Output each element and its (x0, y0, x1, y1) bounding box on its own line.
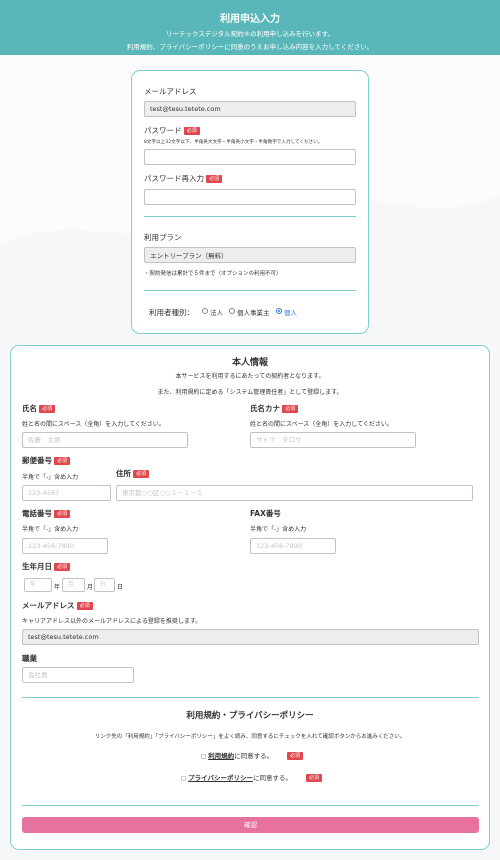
account-card: メールアドレス パスワード 必須 8文字以上32文字以下、半角英大文字・半角英小… (131, 70, 369, 334)
postal-label: 郵便番号 (22, 456, 52, 465)
password-field[interactable] (144, 149, 356, 165)
job-field[interactable] (22, 667, 134, 683)
required-badge: 必須 (54, 510, 71, 518)
required-badge: 必須 (133, 470, 150, 478)
divider (22, 697, 479, 698)
privacy-agree-checkbox[interactable] (181, 775, 186, 781)
address-label-row: 住所 必須 (116, 468, 150, 479)
password-confirm-label-row: パスワード再入力 必須 (144, 173, 223, 184)
account-email-label: メールアドレス (144, 87, 197, 96)
header-subtitle-2: 利用規約、プライバシーポリシーに同意のうえお申し込み内容を入力してください。 (126, 43, 374, 51)
phone-label-row: 電話番号 必須 (22, 508, 71, 519)
required-badge: 必須 (183, 127, 200, 135)
plan-field (144, 247, 356, 263)
user-type-radio-individual[interactable] (276, 308, 282, 314)
postal-field[interactable] (22, 485, 111, 501)
required-badge: 必須 (206, 175, 223, 183)
postal-label-row: 郵便番号 必須 (22, 455, 71, 466)
birth-day-field[interactable] (94, 578, 115, 592)
account-email-field[interactable] (144, 101, 356, 117)
user-type-radio-sole-proprietor[interactable] (229, 308, 235, 314)
user-type-option-individual: 個人 (284, 309, 297, 317)
profile-email-field (22, 629, 479, 645)
terms-desc: リンク先の「利用規約」「プライバシーポリシー」をよく読み、同意するにチェックを入… (94, 734, 406, 740)
postal-hint: 半角で「-」含め入力 (22, 474, 79, 481)
terms-link[interactable]: 利用規約 (208, 752, 234, 760)
confirm-button[interactable]: 確認 (22, 817, 479, 833)
name-label-row: 氏名 必須 (22, 403, 56, 414)
profile-email-label: メールアドレス (22, 601, 75, 610)
birth-day-unit: 日 (117, 584, 124, 591)
job-label: 職業 (22, 654, 37, 663)
plan-note: ・契約発信は累計で５件まで（オプションの利用不可） (144, 271, 282, 277)
kana-hint: 姓と名の間にスペース（全角）を入力してください。 (250, 421, 393, 428)
page-header: 利用申込入力 リーテックスデジタル契約®の利用申し込みを行います。 利用規約、プ… (0, 0, 500, 55)
address-field[interactable] (116, 485, 473, 501)
fax-hint: 半角で「-」含め入力 (250, 526, 307, 533)
user-type-radio-corporate[interactable] (202, 308, 208, 314)
password-confirm-label: パスワード再入力 (144, 174, 204, 183)
address-label: 住所 (116, 469, 131, 478)
password-label-row: パスワード 必須 (144, 125, 200, 136)
profile-email-hint: キャリアアドレス以外のメールアドレスによる登録を推奨します。 (22, 618, 202, 625)
birth-month-unit: 月 (87, 584, 94, 591)
plan-label: 利用プラン (144, 233, 182, 242)
profile-email-label-row: メールアドレス 必須 (22, 600, 93, 611)
required-badge: 必須 (306, 774, 323, 782)
kana-field[interactable] (250, 432, 416, 448)
terms-title: 利用規約・プライバシーポリシー (186, 711, 314, 721)
profile-desc-1: 本サービスを利用するにあたっての契約者となります。 (175, 373, 325, 380)
profile-title: 本人情報 (231, 358, 268, 368)
phone-label: 電話番号 (22, 509, 52, 518)
profile-desc-2: また、利用規約に定める「システム管理責任者」として登録します。 (157, 389, 343, 396)
divider (144, 290, 356, 291)
page-title: 利用申込入力 (220, 14, 280, 25)
user-type-option-corporate: 法人 (210, 309, 223, 317)
header-subtitle-1: リーテックスデジタル契約®の利用申し込みを行います。 (165, 30, 335, 38)
profile-card: 本人情報 本サービスを利用するにあたっての契約者となります。 また、利用規約に定… (10, 345, 490, 850)
birth-year-field[interactable] (24, 578, 52, 592)
name-hint: 姓と名の間にスペース（全角）を入力してください。 (22, 421, 165, 428)
password-hint: 8文字以上32文字以下、半角英大文字・半角英小文字・半角数字で入力してください。 (144, 140, 323, 145)
privacy-agree-row: プライバシーポリシーに同意する。 必須 (181, 772, 323, 782)
required-badge: 必須 (54, 563, 71, 571)
required-badge: 必須 (76, 602, 93, 610)
terms-agree-checkbox[interactable] (201, 753, 206, 759)
required-badge: 必須 (287, 752, 304, 760)
fax-field[interactable] (250, 538, 336, 554)
birth-label: 生年月日 (22, 562, 52, 571)
user-type-option-sole-proprietor: 個人事業主 (237, 309, 270, 317)
privacy-agree-text: に同意する。 (252, 774, 292, 782)
fax-label: FAX番号 (250, 509, 281, 518)
required-badge: 必須 (54, 457, 71, 465)
phone-field[interactable] (22, 538, 108, 554)
kana-label: 氏名カナ (250, 404, 280, 413)
birth-label-row: 生年月日 必須 (22, 561, 71, 572)
name-label: 氏名 (22, 404, 37, 413)
password-confirm-field[interactable] (144, 189, 356, 205)
password-label: パスワード (144, 126, 182, 135)
divider (22, 805, 479, 806)
birth-year-unit: 年 (54, 584, 61, 591)
kana-label-row: 氏名カナ 必須 (250, 403, 299, 414)
name-field[interactable] (22, 432, 188, 448)
birth-month-field[interactable] (62, 578, 85, 592)
user-type-label: 利用者種別： (149, 308, 194, 317)
terms-agree-row: 利用規約に同意する。 必須 (201, 750, 304, 760)
required-badge: 必須 (39, 405, 56, 413)
divider (144, 216, 356, 217)
required-badge: 必須 (282, 405, 299, 413)
privacy-link[interactable]: プライバシーポリシー (188, 774, 253, 782)
terms-agree-text: に同意する。 (234, 752, 274, 760)
phone-hint: 半角で「-」含め入力 (22, 526, 79, 533)
